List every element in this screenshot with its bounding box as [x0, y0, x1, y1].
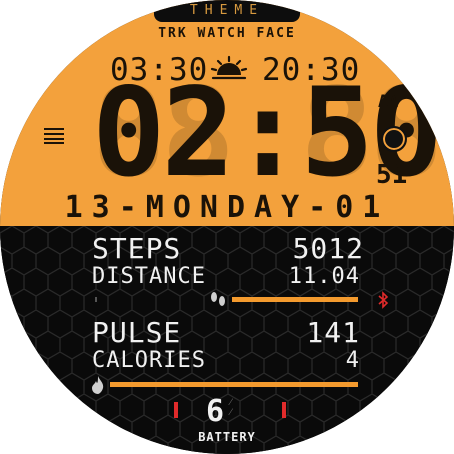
distance-label: DISTANCE — [92, 264, 206, 289]
steps-bar-track — [95, 297, 97, 302]
battery-marker-right — [282, 402, 286, 418]
face-title: TRK WATCH FACE — [158, 26, 296, 41]
footprints-icon — [211, 292, 225, 306]
battery-label: BATTERY — [198, 430, 256, 444]
ampm-indicator: AM — [378, 92, 399, 112]
watch-face: THEME TRK WATCH FACE 03:30 20:30 88:88 0… — [0, 0, 454, 454]
menu-icon[interactable] — [44, 128, 64, 144]
distance-value: 11.04 — [288, 264, 360, 289]
pulse-value: 141 — [306, 316, 360, 349]
pulse-label: PULSE — [92, 316, 182, 349]
steps-label: STEPS — [92, 232, 182, 265]
status-dot-icon — [381, 126, 407, 152]
hex-pattern-background — [0, 226, 454, 454]
battery-value: 6 — [206, 394, 225, 429]
calories-progress-bar — [110, 382, 358, 387]
calories-value: 4 — [345, 348, 360, 373]
flame-icon — [92, 376, 104, 394]
steps-progress-bar — [232, 297, 358, 302]
steps-value: 5012 — [292, 232, 364, 265]
seconds: 51 — [376, 160, 408, 190]
battery-sub-ticks: ⁄ ⁄ — [230, 398, 232, 418]
theme-label: THEME — [189, 3, 265, 18]
date-line: 13-MONDAY-01 — [64, 190, 390, 225]
calories-label: CALORIES — [92, 348, 206, 373]
bluetooth-icon — [378, 291, 389, 309]
battery-marker-left — [174, 402, 178, 418]
